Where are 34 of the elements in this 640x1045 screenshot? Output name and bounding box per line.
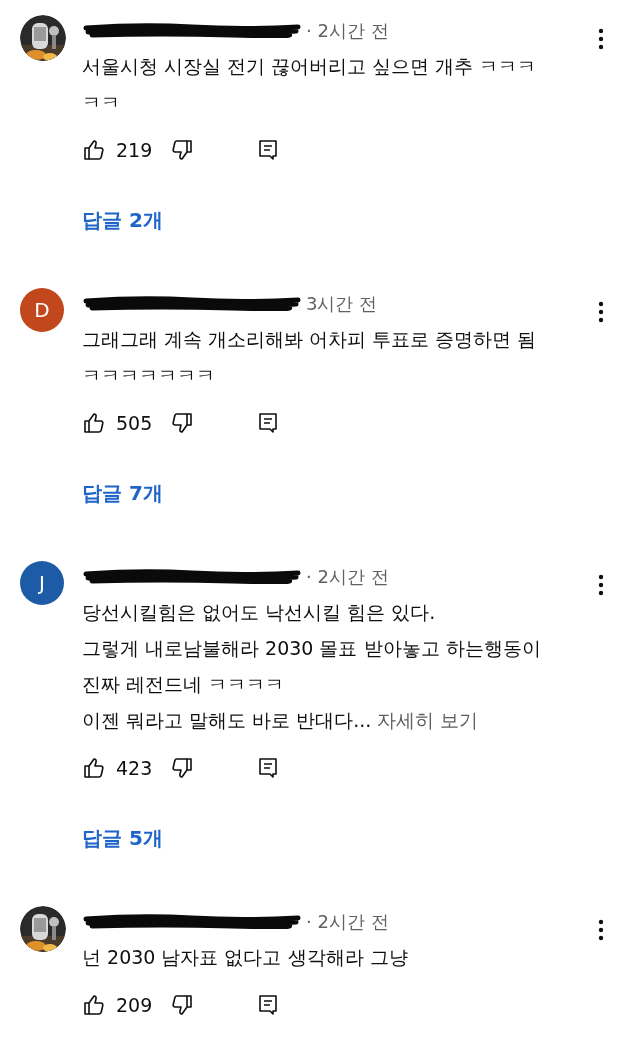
comment-icon[interactable]	[256, 756, 280, 780]
more-options-icon[interactable]	[598, 574, 604, 596]
thumbs-up-icon[interactable]	[82, 138, 106, 162]
comment-time: · 2시간 전	[306, 909, 389, 934]
thumbs-up-icon[interactable]	[82, 993, 106, 1017]
avatar[interactable]: D	[20, 288, 64, 332]
like-count: 219	[116, 137, 154, 163]
read-more-link[interactable]: 자세히 보기	[377, 709, 479, 731]
replies-link[interactable]: 답글 7개	[82, 475, 163, 511]
comment-text: 그래그래 계속 개소리해봐 어차피 투표로 증명하면 됨 ㅋㅋㅋㅋㅋㅋㅋ	[82, 327, 538, 388]
thumbs-up-icon[interactable]	[82, 411, 106, 435]
more-options-icon[interactable]	[598, 28, 604, 50]
replies-link[interactable]: 답글 5개	[82, 820, 163, 856]
comment-text: 넌 2030 남자표 없다고 생각해라 그냥	[82, 945, 409, 970]
thumbs-down-icon[interactable]	[170, 756, 194, 780]
thumbs-down-icon[interactable]	[170, 411, 194, 435]
comment-icon[interactable]	[256, 993, 280, 1017]
comment-time: · 2시간 전	[306, 564, 389, 589]
comment-time: · 2시간 전	[306, 18, 389, 43]
comment-icon[interactable]	[256, 411, 280, 435]
comment-time: 3시간 전	[306, 291, 378, 316]
replies-link[interactable]: 답글 2개	[82, 202, 163, 238]
comment-text: 당선시킬힘은 없어도 낙선시킬 힘은 있다. 그렇게 내로남불해라 2030 몰표 받아놓고 하는행동이 진짜 레전드네 ㅋㅋㅋㅋ 이젠 뭐라고 말해도 바로 반대다... 자세히 보기	[82, 600, 542, 733]
more-options-icon[interactable]	[598, 919, 604, 941]
like-count: 423	[116, 755, 154, 781]
comment-icon[interactable]	[256, 138, 280, 162]
thumbs-up-icon[interactable]	[82, 756, 106, 780]
thumbs-down-icon[interactable]	[170, 138, 194, 162]
more-options-icon[interactable]	[598, 301, 604, 323]
comment-text: 서울시청 시장실 전기 끊어버리고 싶으면 개추 ㅋㅋㅋㅋㅋ	[82, 54, 538, 115]
like-count: 505	[116, 410, 154, 436]
avatar[interactable]: J	[20, 561, 64, 605]
thumbs-down-icon[interactable]	[170, 993, 194, 1017]
like-count: 209	[116, 992, 154, 1018]
